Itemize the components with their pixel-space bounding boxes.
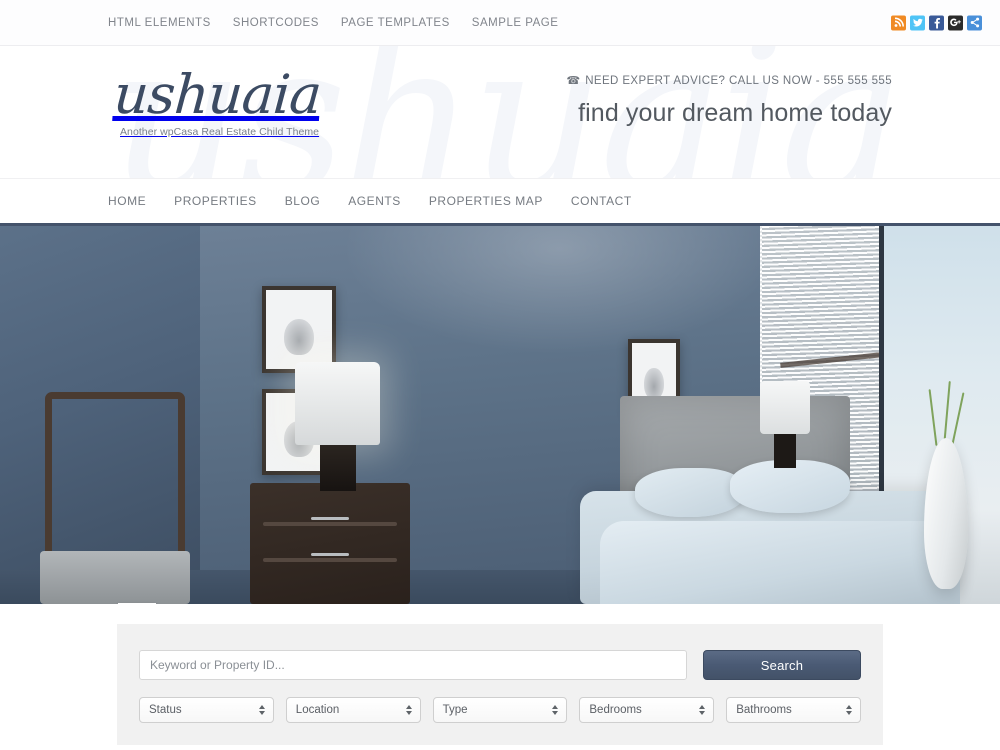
phone-icon: ☎ [566,75,581,87]
logo-wordmark: ushuaia [111,63,323,126]
top-navigation: HTML ELEMENTS SHORTCODES PAGE TEMPLATES … [108,0,892,45]
search-button[interactable]: Search [703,650,861,680]
site-logo[interactable]: ushuaia Another wpCasa Real Estate Child… [111,63,323,140]
top-link-shortcodes[interactable]: SHORTCODES [233,17,319,29]
nav-item-agents[interactable]: AGENTS [348,194,401,208]
main-navigation: HOME PROPERTIES BLOG AGENTS PROPERTIES M… [0,179,1000,226]
header-tagline: find your dream home today [578,99,892,127]
hero-slider: › ‹ Refurbished Rustic Finca Eius tantas… [0,226,1000,604]
top-link-page-templates[interactable]: PAGE TEMPLATES [341,17,450,29]
nav-item-home[interactable]: HOME [108,194,146,208]
filter-bathrooms[interactable]: Bathrooms [726,697,861,723]
stepper-arrows-icon [405,705,412,715]
property-search-band: Search Status Location Type Bedrooms Bat… [0,604,1000,745]
nav-item-contact[interactable]: CONTACT [571,194,632,208]
phone-text: NEED EXPERT ADVICE? CALL US NOW - 555 55… [585,74,892,87]
nav-item-blog[interactable]: BLOG [285,194,321,208]
stepper-arrows-icon [552,705,559,715]
filter-status[interactable]: Status [139,697,274,723]
slider-next-button[interactable]: › [118,603,156,604]
filter-bathrooms-label: Bathrooms [736,704,792,716]
slider-navigation: › ‹ [118,603,156,604]
filter-type-label: Type [442,704,468,716]
filter-type[interactable]: Type [432,697,568,723]
share-icon[interactable] [967,15,982,30]
property-search-form: Search Status Location Type Bedrooms Bat… [117,624,883,745]
filter-status-label: Status [149,704,182,716]
filter-location-label: Location [295,704,340,716]
phone-line: ☎ NEED EXPERT ADVICE? CALL US NOW - 555 … [566,74,892,88]
search-input[interactable] [139,650,687,680]
google-plus-icon[interactable] [948,15,963,30]
filter-bedrooms-label: Bedrooms [589,704,642,716]
nav-item-properties-map[interactable]: PROPERTIES MAP [429,194,543,208]
social-links [891,15,982,30]
filter-bedrooms[interactable]: Bedrooms [579,697,715,723]
stepper-arrows-icon [699,705,706,715]
top-bar: HTML ELEMENTS SHORTCODES PAGE TEMPLATES … [0,0,1000,46]
logo-tagline: Another wpCasa Real Estate Child Theme [120,126,320,138]
rss-icon[interactable] [891,15,906,30]
top-link-sample-page[interactable]: SAMPLE PAGE [472,17,559,29]
hero-image-bedroom [0,226,1000,604]
twitter-icon[interactable] [910,15,925,30]
filter-location[interactable]: Location [285,697,421,723]
site-header: ushuaia ushuaia Another wpCasa Real Esta… [0,46,1000,179]
nav-item-properties[interactable]: PROPERTIES [174,194,257,208]
stepper-arrows-icon [258,705,265,715]
top-link-html-elements[interactable]: HTML ELEMENTS [108,17,211,29]
header-contact: ☎ NEED EXPERT ADVICE? CALL US NOW - 555 … [566,74,892,128]
stepper-arrows-icon [845,705,852,715]
facebook-icon[interactable] [929,15,944,30]
